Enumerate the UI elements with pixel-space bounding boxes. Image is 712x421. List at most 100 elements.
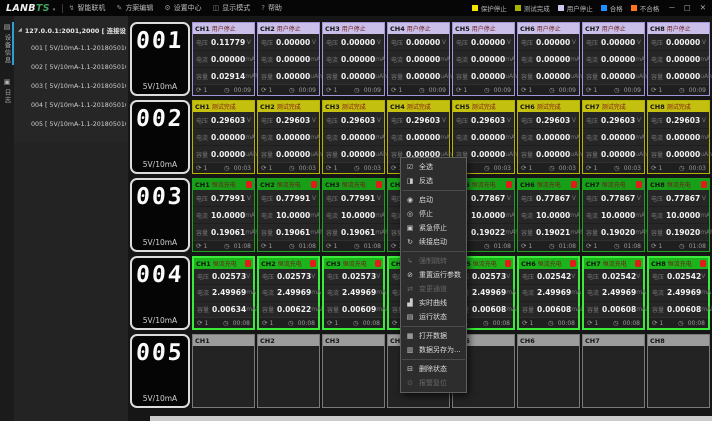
context-menu-item-realtime-curve[interactable]: ▟实时曲线 xyxy=(401,296,466,310)
context-menu-item-emergency-stop[interactable]: ▣紧急停止 xyxy=(401,221,466,235)
channel-card-ch3[interactable]: CH3恒流充电电压0.02573V电流2.49969mA容量0.00609mAh… xyxy=(322,256,385,330)
capacity-row: 容量0.00000uAh xyxy=(323,146,384,162)
loop-icon: ⟳ xyxy=(326,242,331,250)
context-menu-item-save-data-as[interactable]: ▥数据另存为... xyxy=(401,343,466,357)
channel-name: CH2 xyxy=(261,260,276,268)
channel-card-ch7[interactable]: CH7用户停止电压0.00000V电流0.00000mA容量0.00000uAh… xyxy=(582,22,645,96)
context-menu-item-delete-status[interactable]: ⊟删除状态 xyxy=(401,362,466,376)
tree-item-device[interactable]: 001 [ 5V/10mA-1.1-20180501001 ] xyxy=(18,39,126,58)
menu-plan-edit[interactable]: ✎方案编辑 xyxy=(116,3,153,13)
channel-card-ch7[interactable]: CH7恒流充电电压0.77867V电流10.0000mA容量0.19020mAh… xyxy=(582,178,645,252)
tree-item-device[interactable]: 005 [ 5V/10mA-1.1-20180501005 ] xyxy=(18,115,126,134)
tree-root-device[interactable]: ◢ 127.0.0.1:2001,2000 [ 连接设备5 台 ] xyxy=(18,21,126,39)
channel-card-ch6[interactable]: CH6恒流充电电压0.77867V电流10.0000mA容量0.19021mAh… xyxy=(517,178,580,252)
legend-swatch-test-complete xyxy=(515,5,521,11)
elapsed-time: ◷00:09 xyxy=(679,86,706,94)
channel-status: 恒流充电 xyxy=(667,180,691,189)
minimize-button[interactable]: ─ xyxy=(669,4,674,12)
channel-card-ch4[interactable]: CH4用户停止电压0.00000V电流0.00000mA容量0.00000uAh… xyxy=(387,22,450,96)
channel-card-ch2[interactable]: CH2测试完成电压0.29603V电流0.00000mA容量0.00000uAh… xyxy=(257,100,320,174)
tree-item-device[interactable]: 002 [ 5V/10mA-1.1-20180501002 ] xyxy=(18,58,126,77)
channel-name: CH8 xyxy=(650,337,665,345)
channel-card-ch8[interactable]: CH8测试完成电压0.29603V电流0.00000mA容量0.00000uAh… xyxy=(647,100,710,174)
channel-header: CH3恒流充电 xyxy=(323,179,384,190)
voltage-row: 电压0.02573V xyxy=(194,269,253,285)
channel-card-ch3[interactable]: CH3用户停止电压0.00000V电流0.00000mA容量0.00000uAh… xyxy=(322,22,385,96)
voltage-value: 0.77991 xyxy=(341,194,375,203)
channel-footer: ⟳1◷01:08 xyxy=(518,240,579,251)
channel-card-ch2[interactable]: CH2恒流充电电压0.02573V电流2.49969mA容量0.00622mAh… xyxy=(257,256,320,330)
loop-count: 1 xyxy=(463,87,467,94)
loop-count: 1 xyxy=(594,320,598,327)
channel-card-ch6[interactable]: CH6用户停止电压0.00000V电流0.00000mA容量0.00000uAh… xyxy=(517,22,580,96)
capacity-unit: uAh xyxy=(635,73,647,80)
device-number-block-003[interactable]: 0035V/10mA xyxy=(130,178,190,252)
channel-card-ch8[interactable]: CH8恒流充电电压0.77867V电流10.0000mA容量0.19020mAh… xyxy=(647,178,710,252)
device-number-block-001[interactable]: 0015V/10mA xyxy=(130,22,190,96)
channel-status: 恒流充电 xyxy=(668,259,692,268)
channel-card-ch1[interactable]: CH1测试完成电压0.29603V电流0.00000mA容量0.00000uAh… xyxy=(192,100,255,174)
channel-card-ch6[interactable]: CH6 xyxy=(517,334,580,408)
channel-card-ch8[interactable]: CH8用户停止电压0.00000V电流0.00000mA容量0.00000uAh… xyxy=(647,22,710,96)
alarm-icon xyxy=(505,260,511,267)
elapsed-time: ◷00:03 xyxy=(614,164,641,172)
maximize-button[interactable]: ▢ xyxy=(684,4,691,12)
elapsed-time: ◷00:09 xyxy=(549,86,576,94)
tree-item-device[interactable]: 003 [ 5V/10mA-1.1-20180501003 ] xyxy=(18,77,126,96)
context-menu-item-select-all[interactable]: ☑全选 xyxy=(401,160,466,174)
context-menu-item-stop[interactable]: ◎停止 xyxy=(401,207,466,221)
channel-card-ch1[interactable]: CH1恒流充电电压0.02573V电流2.49969mA容量0.00634mAh… xyxy=(192,256,255,330)
channel-card-ch2[interactable]: CH2恒流充电电压0.77991V电流10.0000mA容量0.19061mAh… xyxy=(257,178,320,252)
device-number-block-005[interactable]: 0055V/10mA xyxy=(130,334,190,408)
loop-icon: ⟳ xyxy=(197,319,202,327)
menu-help[interactable]: ?帮助 xyxy=(261,3,282,13)
alarm-icon xyxy=(701,181,707,188)
context-menu-item-resume-start[interactable]: ↻续接启动 xyxy=(401,235,466,249)
alarm-reset-icon: ⊙ xyxy=(406,379,414,387)
menu-settings-center[interactable]: ⚙设置中心 xyxy=(164,3,201,13)
side-tab-log[interactable]: ▣日志 xyxy=(0,75,14,107)
context-menu-item-open-data[interactable]: ▦打开数据 xyxy=(401,329,466,343)
voltage-unit: V xyxy=(571,273,575,280)
capacity-unit: uAh xyxy=(245,151,257,158)
channel-card-ch2[interactable]: CH2 xyxy=(257,334,320,408)
elapsed-time: ◷00:08 xyxy=(613,319,640,327)
voltage-value: 0.02573 xyxy=(212,272,246,281)
channel-card-ch1[interactable]: CH1 xyxy=(192,334,255,408)
channel-card-ch7[interactable]: CH7 xyxy=(582,334,645,408)
channel-card-ch1[interactable]: CH1用户停止电压0.11779V电流0.00000mA容量0.02914mAh… xyxy=(192,22,255,96)
menu-display-mode[interactable]: ◫显示模式 xyxy=(213,3,251,13)
current-value: 0.00000 xyxy=(471,55,505,64)
context-menu-item-start[interactable]: ◉启动 xyxy=(401,193,466,207)
context-menu-item-invert-select[interactable]: ◨反选 xyxy=(401,174,466,188)
channel-card-ch7[interactable]: CH7测试完成电压0.29603V电流0.00000mA容量0.00000uAh… xyxy=(582,100,645,174)
device-number-block-002[interactable]: 0025V/10mA xyxy=(130,100,190,174)
current-value: 2.49969 xyxy=(472,288,506,297)
channel-card-ch1[interactable]: CH1恒流充电电压0.77991V电流10.0000mA容量0.19061mAh… xyxy=(192,178,255,252)
logo-caret-icon[interactable]: ▾ xyxy=(53,7,56,13)
capacity-label: 容量 xyxy=(456,72,468,81)
channel-card-ch8[interactable]: CH8恒流充电电压0.02542V电流2.49969mA容量0.00608mAh… xyxy=(647,256,710,330)
context-menu-item-reset-run-params[interactable]: ⊘重置运行参数 xyxy=(401,268,466,282)
voltage-unit: V xyxy=(636,273,640,280)
tree-expand-icon[interactable]: ◢ xyxy=(18,27,22,33)
channel-card-ch7[interactable]: CH7恒流充电电压0.02542V电流2.49969mA容量0.00608mAh… xyxy=(582,256,645,330)
channel-card-ch3[interactable]: CH3恒流充电电压0.77991V电流10.0000mA容量0.19061mAh… xyxy=(322,178,385,252)
channel-card-ch6[interactable]: CH6测试完成电压0.29603V电流0.00000mA容量0.00000uAh… xyxy=(517,100,580,174)
channel-card-ch6[interactable]: CH6恒流充电电压0.02542V电流2.49969mA容量0.00608mAh… xyxy=(517,256,580,330)
menu-smart-connect[interactable]: ↯智能联机 xyxy=(69,3,106,13)
close-button[interactable]: ✕ xyxy=(700,4,706,12)
channel-name: CH2 xyxy=(260,337,275,345)
channel-card-ch3[interactable]: CH3 xyxy=(322,334,385,408)
clock-icon: ◷ xyxy=(549,242,555,250)
device-number-block-004[interactable]: 0045V/10mA xyxy=(130,256,190,330)
side-tab-device-info[interactable]: ▤设备信息 xyxy=(0,20,14,67)
current-row: 电流2.49969mA xyxy=(519,285,578,301)
channel-card-ch2[interactable]: CH2用户停止电压0.00000V电流0.00000mA容量0.00000uAh… xyxy=(257,22,320,96)
tree-item-device[interactable]: 004 [ 5V/10mA-1.1-20180501004 ] xyxy=(18,96,126,115)
time-value: 00:09 xyxy=(689,87,706,94)
channel-card-ch3[interactable]: CH3测试完成电压0.29603V电流0.00000mA容量0.00000uAh… xyxy=(322,100,385,174)
channel-card-ch8[interactable]: CH8 xyxy=(647,334,710,408)
context-menu-item-run-status[interactable]: ▤运行状态 xyxy=(401,310,466,324)
channel-card-ch5[interactable]: CH5用户停止电压0.00000V电流0.00000mA容量0.00000uAh… xyxy=(452,22,515,96)
